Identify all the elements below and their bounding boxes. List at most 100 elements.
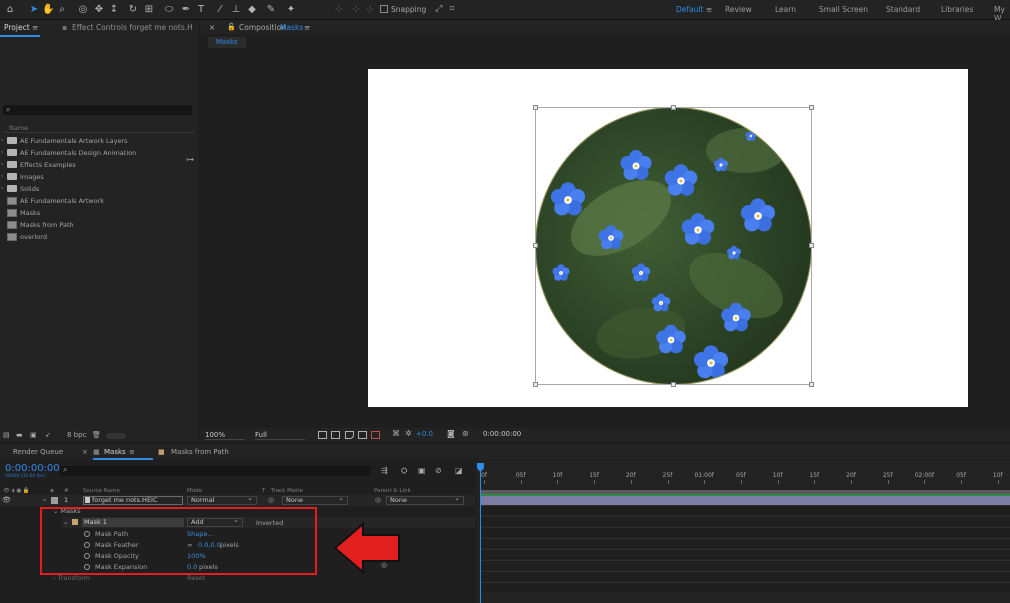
transform-handle[interactable] — [809, 105, 814, 110]
tab-project[interactable]: Project — [4, 23, 30, 32]
layer-name-field[interactable]: forget me nots.HEIC — [83, 496, 183, 505]
expand-arrow-icon[interactable]: › — [0, 161, 6, 168]
new-folder-icon[interactable]: ▬ — [16, 431, 23, 439]
panel-menu-icon[interactable]: ≡ — [129, 448, 135, 456]
orbit-tool-icon[interactable]: ◎ — [77, 3, 89, 16]
track-matte-select[interactable]: None — [282, 495, 348, 505]
rotate-tool-icon[interactable]: ↻ — [127, 3, 139, 16]
channel-icon[interactable] — [371, 431, 380, 439]
region-of-interest-icon[interactable] — [318, 431, 327, 439]
tab-effect-controls[interactable]: Effect Controls forget me nots.H — [72, 23, 193, 32]
layer-mode-select[interactable]: Normal — [187, 495, 257, 505]
layer-bounding-box[interactable] — [535, 107, 812, 385]
parent-select[interactable]: None — [386, 495, 464, 505]
comp-mini-flowchart-icon[interactable]: ⇶ — [381, 466, 388, 475]
workspace-default[interactable]: Default — [676, 5, 703, 14]
expand-arrow-icon[interactable]: › — [0, 137, 6, 144]
resolution-select[interactable]: Full — [255, 430, 305, 440]
dolly-tool-icon[interactable]: ↕ — [108, 3, 120, 16]
home-icon[interactable]: ⌂ — [4, 3, 16, 16]
graph-editor-icon[interactable]: ◪ — [455, 466, 463, 475]
pick-whip-icon[interactable]: ◎ — [375, 496, 381, 504]
interpret-footage-icon[interactable]: ▤ — [3, 431, 10, 439]
transform-handle[interactable] — [671, 382, 676, 387]
transform-reset[interactable]: Reset — [187, 574, 205, 582]
project-item[interactable]: Masks from Path — [0, 219, 74, 230]
exposure-value[interactable]: +0.0 — [416, 430, 433, 438]
current-time-indicator[interactable] — [477, 463, 484, 472]
workspace-standard[interactable]: Standard — [886, 5, 920, 14]
fast-preview-icon[interactable]: ⌘ — [392, 429, 401, 438]
snap-features-icon[interactable]: ⌗ — [449, 4, 454, 14]
workspace-learn[interactable]: Learn — [775, 5, 796, 14]
project-item[interactable]: › Images — [0, 171, 44, 182]
puppet-tool-icon[interactable]: ✦ — [285, 3, 297, 16]
transform-handle[interactable] — [671, 105, 676, 110]
delete-icon[interactable]: 🗑 — [92, 431, 101, 439]
project-item[interactable]: AE Fundamentals Artwork — [0, 195, 104, 206]
expand-arrow-icon[interactable]: › — [0, 173, 6, 180]
composition-subtab[interactable]: Masks — [208, 37, 246, 48]
bpc-label[interactable]: 8 bpc — [67, 431, 86, 439]
timeline-search-input[interactable]: ⌕ — [60, 465, 370, 476]
composition-timecode[interactable]: 0:00:00:00 — [483, 430, 521, 438]
column-name[interactable]: Name — [9, 124, 28, 132]
project-item[interactable]: › AE Fundamentals Design Animation — [0, 147, 136, 158]
column-source-name[interactable]: Source Name — [83, 488, 120, 494]
timeline-graph-area[interactable]: 0f 05f 10f 15f 20f 25f 01:00f 05f 10f 15f 20f 25f 02… — [476, 461, 1010, 603]
project-item[interactable]: › Solids — [0, 183, 39, 194]
layer-row[interactable]: 👁 ⌄ 1 forget me nots.HEIC Normal ◎ None … — [0, 495, 475, 506]
close-icon[interactable]: × — [209, 23, 215, 32]
visibility-eye-icon[interactable]: 👁 — [2, 496, 11, 504]
tab-masks[interactable]: Masks — [104, 448, 126, 456]
tab-masks-from-path[interactable]: Masks from Path — [171, 448, 229, 456]
transform-handle[interactable] — [809, 382, 814, 387]
expand-arrow-icon[interactable]: ⌄ — [42, 496, 47, 503]
composition-title-name[interactable]: Masks — [280, 23, 303, 32]
composition-canvas[interactable] — [368, 69, 968, 407]
exposure-icon[interactable]: ✲ — [405, 429, 414, 438]
dependency-icon[interactable]: ⊶ — [186, 155, 194, 164]
project-search-input[interactable]: ⌕ — [3, 105, 192, 115]
workspace-libraries[interactable]: Libraries — [941, 5, 973, 14]
transform-handle[interactable] — [533, 382, 538, 387]
close-icon[interactable]: × — [82, 448, 88, 456]
workspace-review[interactable]: Review — [725, 5, 752, 14]
selection-tool-icon[interactable]: ➤ — [28, 3, 40, 16]
expand-arrow-icon[interactable]: › — [0, 149, 6, 156]
show-snapshot-icon[interactable]: ⊛ — [462, 429, 471, 438]
panel-menu-icon[interactable]: ≡ — [304, 23, 310, 32]
snapping-checkbox[interactable] — [380, 5, 388, 13]
zoom-tool-icon[interactable]: ⌕ — [56, 3, 68, 16]
project-item[interactable]: overlord — [0, 231, 47, 242]
new-composition-icon[interactable]: ▣ — [30, 431, 37, 439]
layer-duration-bar[interactable] — [480, 496, 1010, 505]
eraser-tool-icon[interactable]: ◆ — [246, 3, 258, 16]
snapshot-icon[interactable]: ◙ — [447, 429, 456, 438]
project-item[interactable]: › AE Fundamentals Artwork Layers — [0, 135, 128, 146]
transparency-grid-icon[interactable] — [331, 431, 340, 439]
transform-handle[interactable] — [533, 243, 538, 248]
toggle-guides-icon[interactable] — [358, 431, 367, 439]
brush-tool-icon[interactable]: ⁄ — [214, 3, 226, 16]
magnification-select[interactable]: 100% — [205, 430, 245, 440]
track-matte-icon[interactable]: ◎ — [268, 496, 274, 504]
transform-group-toggle[interactable]: › Transform — [53, 574, 90, 582]
mask-visibility-icon[interactable] — [345, 431, 354, 439]
label-color-icon[interactable] — [51, 497, 58, 504]
tab-render-queue[interactable]: Render Queue — [13, 448, 63, 456]
time-ruler[interactable]: 0f 05f 10f 15f 20f 25f 01:00f 05f 10f 15f 20f 25f 02… — [476, 472, 1010, 484]
thumbnail-slider[interactable] — [106, 433, 126, 439]
draft-3d-icon[interactable]: ⛭ — [401, 466, 407, 476]
expand-arrow-icon[interactable]: › — [0, 185, 6, 192]
shy-layers-icon[interactable]: ▣ — [418, 466, 426, 475]
effect-controls-lock-icon[interactable]: ▪ — [62, 23, 67, 32]
pan-tool-icon[interactable]: ✥ — [93, 3, 105, 16]
ellipse-tool-icon[interactable]: ⬭ — [163, 3, 175, 16]
hand-tool-icon[interactable]: ✋ — [42, 3, 54, 16]
type-tool-icon[interactable]: T — [195, 3, 207, 16]
frame-blending-icon[interactable]: ⊘ — [435, 466, 442, 475]
current-time-display[interactable]: 0:00:00:00 — [5, 463, 60, 474]
project-item[interactable]: Masks — [0, 207, 40, 218]
workspace-small-screen[interactable]: Small Screen — [819, 5, 868, 14]
